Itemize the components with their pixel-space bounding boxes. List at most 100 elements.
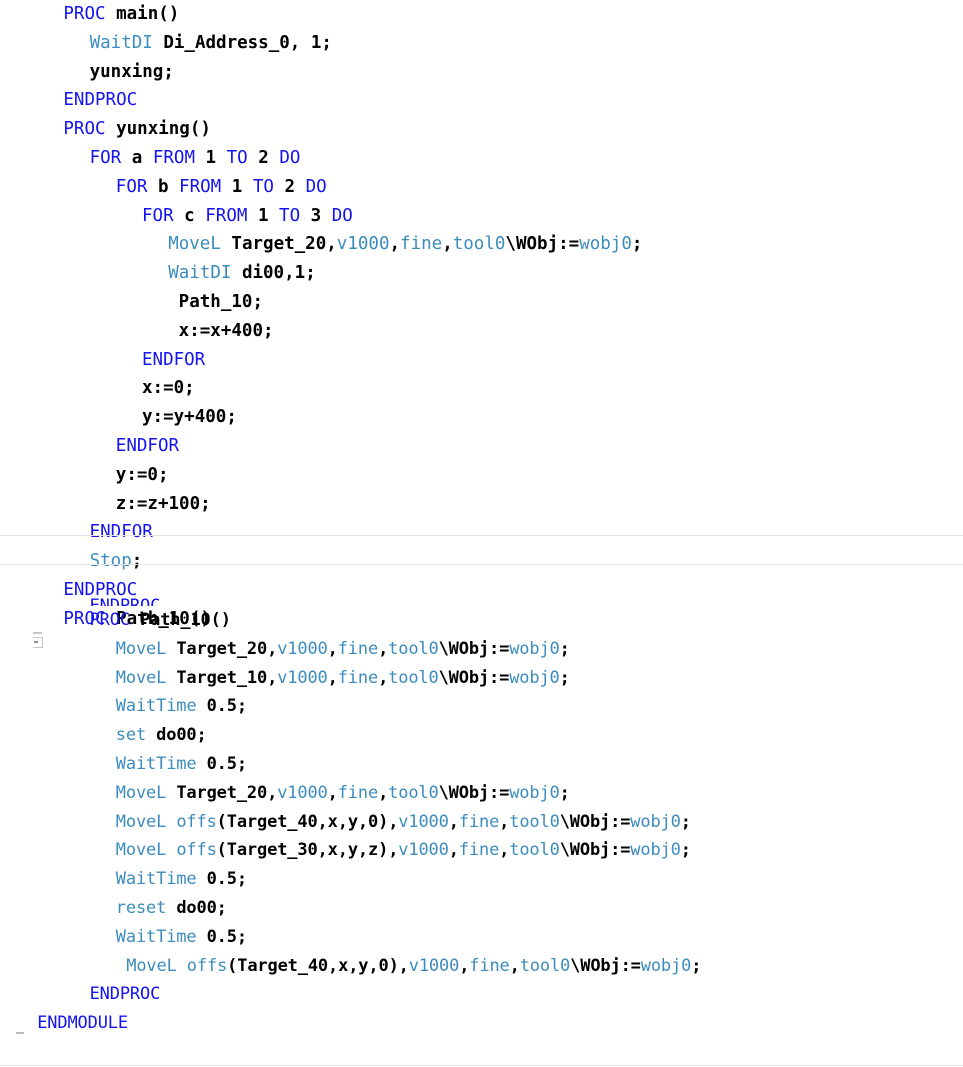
code-line[interactable]: ENDPROC	[0, 86, 963, 115]
code-token: +	[184, 407, 195, 428]
code-token: tool0	[519, 955, 571, 976]
code-token: 400	[194, 407, 227, 428]
code-line[interactable]: yunxing;	[0, 58, 963, 87]
code-line[interactable]: MoveL Target_20,v1000,fine,tool0\WObj:=w…	[0, 635, 963, 664]
code-token: tool0	[388, 638, 439, 659]
code-token: ,	[378, 638, 389, 659]
code-token: ,	[388, 811, 399, 832]
code-line[interactable]: FOR a FROM 1 TO 2 DO	[0, 144, 963, 173]
code-token: :=	[152, 407, 174, 428]
code-line[interactable]: y:=0;	[0, 461, 963, 490]
code-token: ;	[680, 840, 691, 861]
code-token: ,	[389, 234, 401, 255]
code-line[interactable]: MoveL offs(Target_40,x,y,0),v1000,fine,t…	[0, 808, 963, 837]
code-line[interactable]: MoveL Target_20,v1000,fine,tool0\WObj:=w…	[0, 230, 963, 259]
code-line[interactable]: ENDFOR	[0, 518, 963, 547]
code-token: ;	[184, 378, 195, 399]
code-line[interactable]: reset do00;	[0, 894, 963, 923]
code-line[interactable]: MoveL offs(Target_40,x,y,0),v1000,fine,t…	[0, 952, 963, 981]
code-line[interactable]: PROC main()	[0, 0, 963, 29]
code-token: wobj0	[509, 782, 560, 803]
code-token: PROC	[63, 4, 106, 24]
code-token: ;	[236, 753, 247, 774]
code-token: ;	[157, 464, 169, 485]
code-token: 0	[378, 955, 389, 976]
code-token: TO	[252, 176, 274, 197]
code-token: 1	[310, 32, 322, 53]
code-token: ()	[189, 119, 211, 140]
code-token: Target_20	[176, 782, 268, 803]
code-line[interactable]: ENDFOR	[0, 432, 963, 461]
code-token: Path_10	[140, 610, 211, 630]
code-line[interactable]: Path_10;	[0, 288, 963, 317]
code-token: y	[173, 407, 185, 428]
code-line[interactable]: WaitTime 0.5;	[0, 923, 963, 952]
code-token: DO	[331, 205, 353, 226]
code-line[interactable]: MoveL Target_20,v1000,fine,tool0\WObj:=w…	[0, 779, 963, 808]
code-line[interactable]: PROC yunxing()	[0, 115, 963, 144]
code-token: PROC	[89, 610, 130, 630]
code-token: ;	[559, 638, 570, 659]
code-line[interactable]: WaitTime 0.5;	[0, 692, 963, 721]
code-line[interactable]: WaitTime 0.5;	[0, 865, 963, 894]
code-token: DO	[279, 147, 301, 168]
code-token: ENDMODULE	[37, 1013, 128, 1034]
code-line[interactable]: ENDPROC	[0, 980, 963, 1009]
code-token: a	[131, 147, 143, 168]
code-token: ,	[459, 955, 470, 976]
code-line[interactable]: set do00;	[0, 721, 963, 750]
code-block-top[interactable]: PROC main() WaitDI Di_Address_0, 1; yunxin…	[0, 0, 963, 634]
code-line[interactable]: MoveL Target_10,v1000,fine,tool0\WObj:=w…	[0, 664, 963, 693]
code-line[interactable]: z:=z+100;	[0, 490, 963, 519]
code-line[interactable]: FOR c FROM 1 TO 3 DO	[0, 202, 963, 231]
code-token: fine	[400, 234, 443, 255]
collapse-outline-marker[interactable]	[33, 632, 43, 648]
code-token: Target_20	[231, 234, 327, 255]
code-token: :=	[558, 234, 580, 255]
code-editor-surface[interactable]: PROC main() WaitDI Di_Address_0, 1; yunxin…	[0, 0, 963, 1067]
collapse-box-icon[interactable]	[33, 637, 43, 648]
code-line[interactable]: y:=y+400;	[0, 403, 963, 432]
code-line[interactable]: ENDMODULE	[0, 1009, 963, 1038]
code-line[interactable]: x:=x+400;	[0, 317, 963, 346]
code-token: z	[368, 840, 379, 861]
code-token: \WObj	[438, 782, 490, 803]
outline-dash-marker[interactable]	[16, 1032, 24, 1034]
code-line[interactable]: Stop;	[0, 547, 963, 576]
code-token: ,	[357, 840, 368, 861]
code-token: reset	[115, 897, 167, 918]
code-line[interactable]: x:=0;	[0, 374, 963, 403]
code-line[interactable]: WaitDI Di_Address_0, 1;	[0, 29, 963, 58]
code-token: Target_20	[176, 638, 268, 659]
code-token: wobj0	[630, 840, 681, 861]
code-line[interactable]: ENDPROC	[0, 592, 963, 606]
code-line[interactable]: WaitTime 0.5;	[0, 750, 963, 779]
outline-tick-icon	[33, 632, 42, 634]
code-line[interactable]: FOR b FROM 1 TO 2 DO	[0, 173, 963, 202]
code-token: fine	[337, 638, 379, 659]
code-token: MoveL	[115, 811, 167, 832]
code-token: :=	[610, 840, 631, 861]
code-token: yunxing	[116, 119, 190, 140]
code-token: Stop	[89, 551, 132, 572]
code-block-bottom[interactable]: ENDPROC PROC Path_10() MoveL Target_20,v10…	[0, 592, 963, 1038]
code-token: FOR	[115, 176, 148, 197]
code-token: \WObj	[559, 811, 611, 832]
code-token: ,	[267, 667, 278, 688]
code-line[interactable]: ENDFOR	[0, 346, 963, 375]
code-token: ,	[317, 811, 328, 832]
code-token: ,	[499, 840, 510, 861]
code-line[interactable]: PROC Path_10()	[0, 606, 963, 635]
code-line[interactable]: MoveL offs(Target_30,x,y,z),v1000,fine,t…	[0, 836, 963, 865]
code-token: :=	[152, 378, 174, 399]
code-line[interactable]: WaitDI di00,1;	[0, 259, 963, 288]
